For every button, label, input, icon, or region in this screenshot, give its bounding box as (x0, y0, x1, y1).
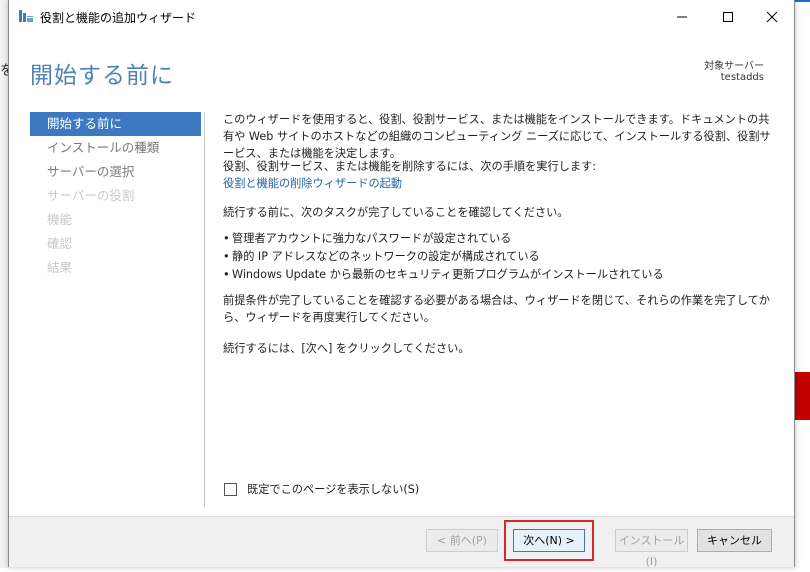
intro-paragraph: このウィザードを使用すると、役割、役割サービス、または機能をインストールできます… (223, 113, 771, 160)
previous-button[interactable]: < 前へ(P) (426, 529, 498, 552)
continue-note: 続行するには、[次へ] をクリックしてください。 (223, 342, 470, 355)
cancel-button[interactable]: キャンセル (697, 529, 772, 552)
wizard-steps-nav: 開始する前に インストールの種類 サーバーの選択 サーバーの役割 機能 確認 結… (30, 112, 201, 280)
page-title: 開始する前に (30, 63, 174, 89)
title-bar[interactable]: 役割と機能の追加ウィザード (9, 0, 794, 33)
prerequisites-list: • 管理者アカウントに強力なパスワードが設定されている • 静的 IP アドレスなど… (223, 230, 778, 284)
remove-wizard-link[interactable]: 役割と機能の削除ウィザードの起動 (223, 175, 402, 192)
next-button[interactable]: 次へ(N) > (513, 529, 585, 552)
remove-instructions: 役割、役割サービス、または機能を削除するには、次の手順を実行します: (223, 160, 596, 173)
wizard-window: 役割と機能の追加ウィザード 開始する前に 対象サーバー testadds 開始す… (8, 0, 795, 568)
nav-step-server-roles: サーバーの役割 (47, 188, 135, 203)
nav-step-results: 結果 (47, 260, 73, 275)
maximize-icon (723, 11, 733, 22)
minimize-icon (677, 16, 687, 17)
nav-step-before-you-begin[interactable]: 開始する前に (30, 112, 201, 136)
nav-step-features: 機能 (47, 212, 73, 227)
nav-step-installation-type[interactable]: インストールの種類 (30, 136, 201, 160)
minimize-button[interactable] (659, 0, 705, 33)
nav-divider (204, 112, 205, 507)
server-manager-icon (18, 8, 34, 24)
bullet-icon: • (223, 268, 230, 281)
nav-step-server-selection[interactable]: サーバーの選択 (30, 160, 201, 184)
target-server-name: testadds (720, 72, 764, 83)
close-icon (766, 11, 778, 22)
list-item: • Windows Update から最新のセキュリティ更新プログラムがインストー… (223, 268, 664, 281)
maximize-button[interactable] (705, 0, 751, 33)
close-button[interactable] (749, 0, 795, 33)
list-item: • 管理者アカウントに強力なパスワードが設定されている (223, 232, 512, 245)
prerequisites-intro: 続行する前に、次のタスクが完了していることを確認してください。 (223, 206, 569, 219)
bullet-icon: • (223, 232, 230, 245)
skip-page-label[interactable]: 既定でこのページを表示しない(S) (247, 481, 419, 497)
install-button[interactable]: インストール(I) (615, 529, 688, 568)
target-server-label: 対象サーバー (704, 61, 764, 72)
window-title: 役割と機能の追加ウィザード (40, 11, 197, 25)
bullet-icon: • (223, 250, 230, 263)
prerequisites-note: 前提条件が完了していることを確認する必要がある場合は、ウィザードを閉じて、それら… (223, 294, 770, 324)
nav-step-confirmation: 確認 (47, 236, 73, 251)
wizard-footer: < 前へ(P) 次へ(N) > インストール(I) キャンセル (9, 516, 794, 568)
list-item: • 静的 IP アドレスなどのネットワークの設定が構成されている (223, 250, 540, 263)
skip-page-checkbox[interactable] (224, 483, 237, 496)
